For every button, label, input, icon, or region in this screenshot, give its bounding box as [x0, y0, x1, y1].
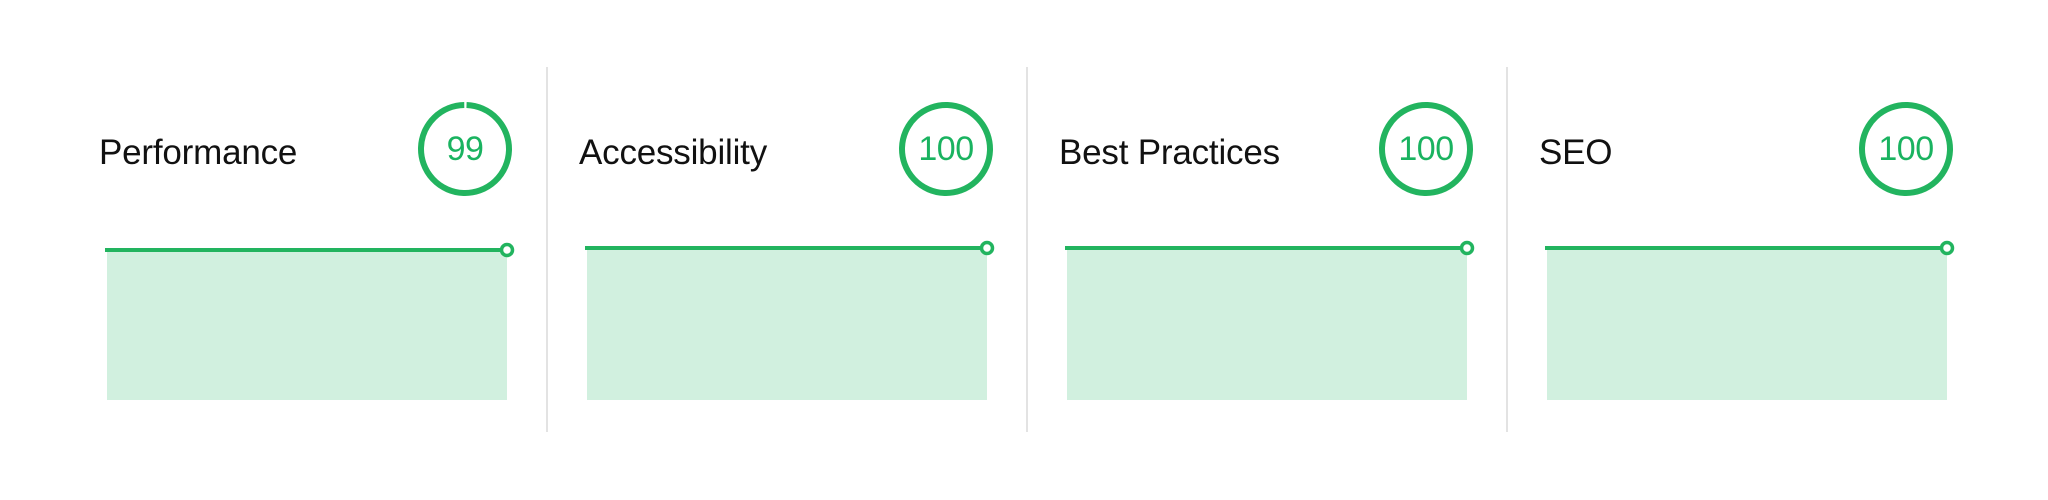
card-divider	[546, 67, 548, 432]
category-label: SEO	[1539, 133, 1613, 172]
card-seo[interactable]: SEO 100	[1539, 0, 2019, 500]
category-label: Accessibility	[579, 133, 768, 172]
card-accessibility[interactable]: Accessibility 100	[579, 0, 1059, 500]
trend-area	[587, 250, 987, 400]
score-summary: Performance 99 Accessibility 100 Best Pr…	[0, 0, 2048, 500]
card-divider	[1026, 67, 1028, 432]
score-trend-chart	[1065, 240, 1475, 400]
score-gauge: 100	[1857, 100, 1955, 198]
score-value: 100	[1398, 129, 1454, 168]
card-performance[interactable]: Performance 99	[99, 0, 579, 500]
score-trend-chart	[105, 242, 515, 400]
card-best-practices[interactable]: Best Practices 100	[1059, 0, 1539, 500]
category-label: Performance	[99, 133, 298, 172]
score-trend-chart	[1545, 240, 1955, 400]
trend-endpoint	[979, 240, 995, 256]
score-value: 100	[1878, 129, 1934, 168]
score-gauge: 100	[1377, 100, 1475, 198]
trend-endpoint	[499, 242, 515, 258]
score-gauge: 99	[416, 100, 514, 198]
trend-area	[1547, 250, 1947, 400]
trend-area	[1067, 250, 1467, 400]
trend-endpoint	[1459, 240, 1475, 256]
score-gauge: 100	[897, 100, 995, 198]
score-trend-chart	[585, 240, 995, 400]
trend-endpoint	[1939, 240, 1955, 256]
card-divider	[1506, 67, 1508, 432]
score-value: 100	[918, 129, 974, 168]
category-label: Best Practices	[1059, 133, 1280, 172]
trend-area	[107, 250, 507, 400]
score-value: 99	[446, 129, 484, 168]
